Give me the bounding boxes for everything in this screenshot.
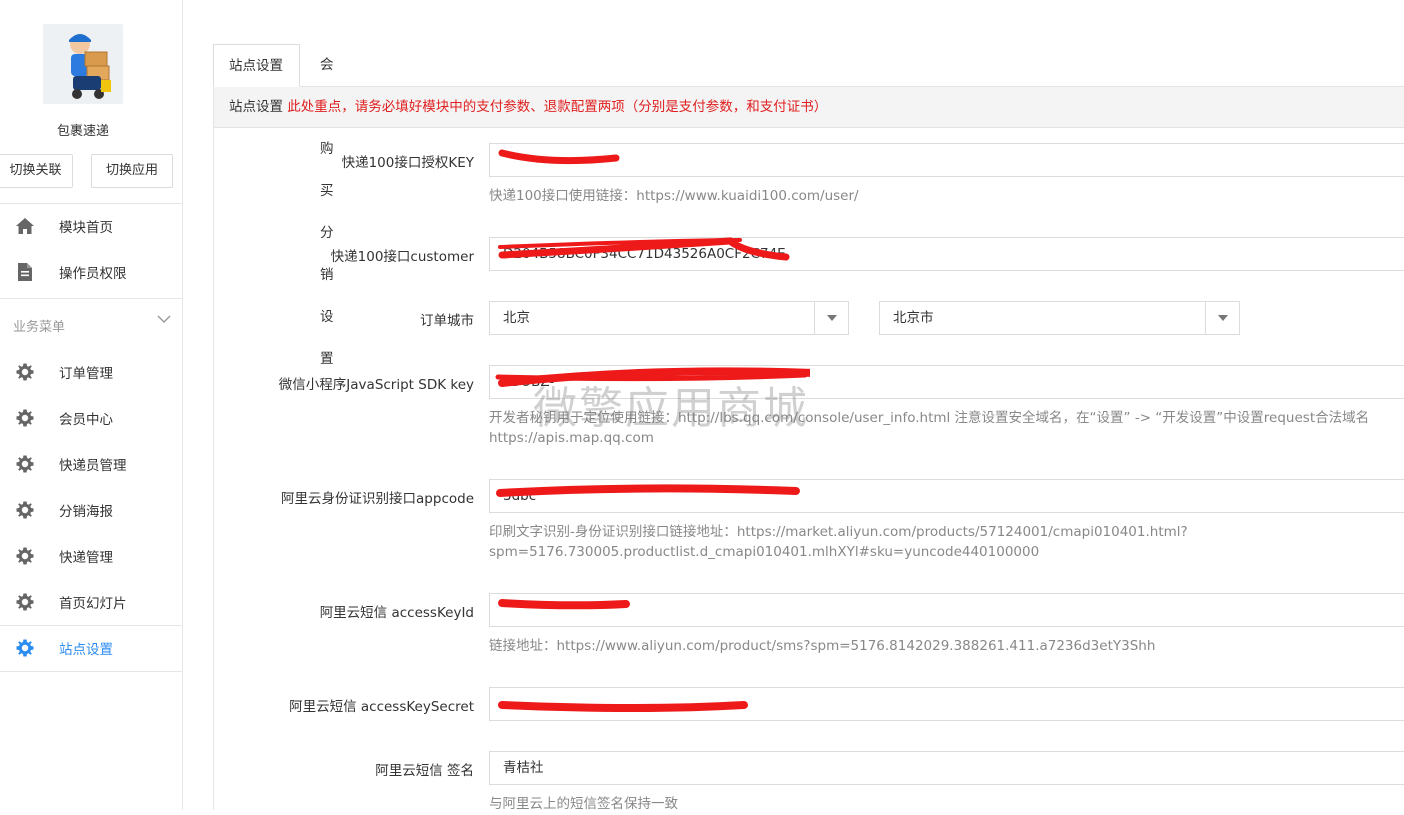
sidebar-item-order-management[interactable]: 订单管理 bbox=[0, 349, 183, 395]
content-border bbox=[213, 128, 214, 810]
sidebar-item-label: 首页幻灯片 bbox=[59, 596, 127, 612]
tab-site-settings[interactable]: 站点设置 bbox=[213, 44, 300, 87]
sms-sign-input[interactable]: 青桔社 bbox=[489, 751, 1404, 785]
switch-app-button[interactable]: 切换应用 bbox=[91, 154, 173, 188]
app-name: 包裹速递 bbox=[56, 124, 109, 139]
sms-keysecret-input[interactable] bbox=[489, 687, 1404, 721]
kuaidi-key-help: 快递100接口使用链接：https://www.kuaidi100.com/us… bbox=[489, 188, 859, 204]
sidebar: 包裹速递 切换关联 切换应用 模块首页 操作员权限 业务菜单 订单管理 会员中心… bbox=[0, 0, 183, 810]
chevron-down-icon[interactable] bbox=[814, 302, 848, 334]
gear-icon bbox=[14, 499, 36, 521]
notice-text: 此处重点，请务必填好模块中的支付参数、退款配置两项（分别是支付参数，和支付证书） bbox=[287, 99, 828, 115]
aliyun-appcode-help-line2: spm=5176.730005.productlist.d_cmapi01040… bbox=[489, 544, 1040, 560]
notice-bar: 站点设置 此处重点，请务必填好模块中的支付参数、退款配置两项（分别是支付参数，和… bbox=[213, 86, 1404, 128]
app-logo bbox=[43, 24, 123, 104]
gear-icon bbox=[14, 545, 36, 567]
sidebar-item-label: 快递员管理 bbox=[59, 458, 127, 474]
kuaidi-key-label: 快递100接口授权KEY bbox=[341, 155, 474, 171]
kuaidi-customer-label: 快递100接口customer bbox=[330, 249, 474, 265]
sidebar-item-label: 站点设置 bbox=[59, 642, 113, 658]
notice-lead: 站点设置 bbox=[229, 99, 283, 115]
gear-icon bbox=[14, 453, 36, 475]
sidebar-item-label: 模块首页 bbox=[59, 220, 113, 236]
sidebar-item-label: 操作员权限 bbox=[59, 266, 127, 282]
js-sdk-key-input[interactable]: K5OBZ- bbox=[489, 365, 1404, 399]
js-sdk-key-help-line2: https://apis.map.qq.com bbox=[489, 430, 654, 446]
province-select[interactable]: 北京 bbox=[489, 301, 849, 335]
sidebar-divider bbox=[0, 298, 183, 299]
gear-icon bbox=[14, 407, 36, 429]
kuaidi-customer-input[interactable]: D204B58BC0F34CC71D43526A0CF2C74E bbox=[489, 237, 1404, 271]
sms-keyid-label: 阿里云短信 accessKeyId bbox=[319, 605, 474, 621]
sms-sign-help: 与阿里云上的短信签名保持一致 bbox=[489, 796, 678, 812]
gear-icon bbox=[14, 637, 36, 659]
sidebar-item-label: 快递管理 bbox=[59, 550, 113, 566]
js-sdk-key-label: 微信小程序JavaScript SDK key bbox=[278, 377, 474, 393]
aliyun-appcode-label: 阿里云身份证识别接口appcode bbox=[281, 491, 474, 507]
sms-keyid-input[interactable] bbox=[489, 593, 1404, 627]
province-select-value: 北京 bbox=[503, 310, 530, 326]
sms-sign-label: 阿里云短信 签名 bbox=[375, 763, 474, 779]
order-city-label: 订单城市 bbox=[420, 313, 474, 329]
sidebar-item-module-home[interactable]: 模块首页 bbox=[0, 203, 183, 249]
sidebar-divider bbox=[0, 671, 183, 672]
sidebar-item-distribution-poster[interactable]: 分销海报 bbox=[0, 487, 183, 533]
kuaidi-key-input[interactable] bbox=[489, 143, 1404, 177]
gear-icon bbox=[14, 361, 36, 383]
sidebar-item-label: 订单管理 bbox=[59, 366, 113, 382]
home-icon bbox=[14, 215, 36, 237]
sidebar-item-label: 分销海报 bbox=[59, 504, 113, 520]
sms-keyid-help: 链接地址：https://www.aliyun.com/product/sms?… bbox=[489, 638, 1156, 654]
sidebar-item-express-management[interactable]: 快递管理 bbox=[0, 533, 183, 579]
js-sdk-key-help-line1: 开发者秘钥用于定位使用链接：http://lbs.qq.com/console/… bbox=[489, 410, 1370, 426]
sidebar-item-home-slideshow[interactable]: 首页幻灯片 bbox=[0, 579, 183, 625]
document-icon bbox=[14, 261, 36, 283]
sidebar-item-courier-management[interactable]: 快递员管理 bbox=[0, 441, 183, 487]
section-title: 业务菜单 bbox=[13, 320, 66, 335]
switch-link-button[interactable]: 切换关联 bbox=[0, 154, 73, 188]
city-select-value: 北京市 bbox=[893, 310, 934, 326]
chevron-down-icon[interactable] bbox=[157, 312, 171, 328]
chevron-down-icon[interactable] bbox=[1205, 302, 1239, 334]
sidebar-item-site-settings[interactable]: 站点设置 bbox=[0, 625, 183, 671]
city-select[interactable]: 北京市 bbox=[879, 301, 1240, 335]
sidebar-item-label: 会员中心 bbox=[59, 412, 113, 428]
aliyun-appcode-input[interactable]: 3dbc bbox=[489, 479, 1404, 513]
sms-keysecret-label: 阿里云短信 accessKeySecret bbox=[289, 699, 474, 715]
sidebar-item-member-center[interactable]: 会员中心 bbox=[0, 395, 183, 441]
gear-icon bbox=[14, 591, 36, 613]
sidebar-item-operator-permissions[interactable]: 操作员权限 bbox=[0, 249, 183, 295]
tab-member-distribution-settings[interactable]: 会员购买分销设置 bbox=[305, 44, 349, 367]
aliyun-appcode-help-line1: 印刷文字识别-身份证识别接口链接地址：https://market.aliyun… bbox=[489, 524, 1188, 540]
